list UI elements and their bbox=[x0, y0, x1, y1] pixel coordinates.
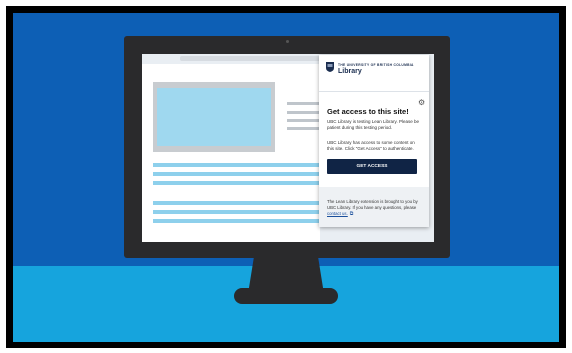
browser-address-bar[interactable] bbox=[180, 56, 325, 61]
ubc-crest-icon bbox=[326, 62, 334, 72]
university-name: THE UNIVERSITY OF BRITISH COLUMBIA bbox=[338, 63, 414, 67]
image-placeholder bbox=[157, 88, 271, 146]
gear-icon[interactable]: ⚙ bbox=[418, 99, 425, 107]
text-line-placeholder bbox=[153, 201, 319, 205]
get-access-button[interactable]: GET ACCESS bbox=[327, 159, 417, 174]
text-line-placeholder bbox=[287, 102, 320, 105]
text-line-placeholder bbox=[153, 210, 319, 214]
text-line-placeholder bbox=[153, 219, 319, 223]
text-line-placeholder bbox=[287, 127, 320, 130]
popup-footer: The Lean Library extension is brought to… bbox=[319, 187, 429, 227]
monitor-base bbox=[234, 288, 338, 304]
popup-title: Get access to this site! bbox=[327, 107, 409, 116]
popup-access-message: UBC Library has access to some content o… bbox=[327, 140, 415, 151]
lean-library-popup: THE UNIVERSITY OF BRITISH COLUMBIA Libra… bbox=[319, 55, 429, 227]
external-link-icon[interactable]: ⧉ bbox=[350, 211, 354, 217]
text-line-placeholder bbox=[153, 163, 319, 167]
contact-us-link[interactable]: contact us. bbox=[327, 211, 348, 216]
camera-icon bbox=[286, 40, 289, 43]
text-line-placeholder bbox=[287, 111, 320, 114]
text-line-placeholder bbox=[153, 181, 319, 185]
footer-text: The Lean Library extension is brought to… bbox=[327, 199, 423, 217]
popup-message: UBC Library is testing Lean Library. Ple… bbox=[327, 119, 419, 130]
text-line-placeholder bbox=[153, 172, 319, 176]
text-line-placeholder bbox=[287, 119, 320, 122]
library-name: Library bbox=[338, 68, 362, 75]
footer-message: The Lean Library extension is brought to… bbox=[327, 199, 418, 210]
popup-header: THE UNIVERSITY OF BRITISH COLUMBIA Libra… bbox=[319, 55, 429, 92]
